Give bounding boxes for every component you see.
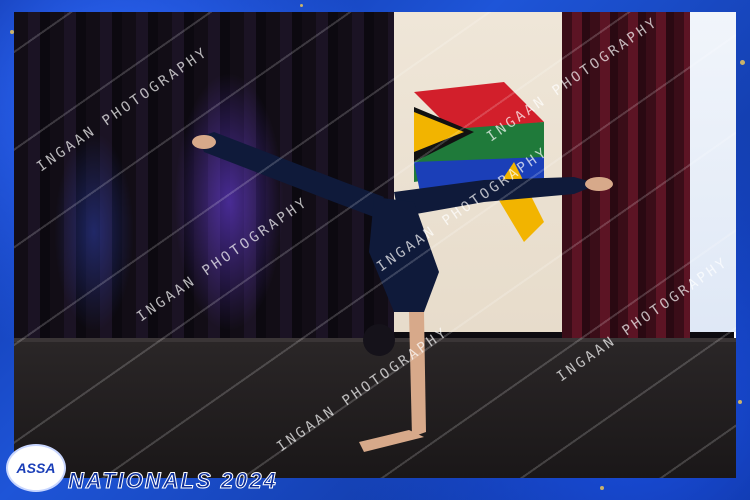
gold-fleck xyxy=(738,400,742,404)
gymnast-figure xyxy=(192,132,613,452)
event-title: NATIONALS 2024 xyxy=(68,468,278,494)
gold-fleck xyxy=(300,4,303,7)
assa-logo: ASSA xyxy=(6,444,66,492)
gold-fleck xyxy=(740,60,745,65)
logo-text: ASSA xyxy=(16,460,56,476)
gold-fleck xyxy=(600,486,604,490)
photo-frame: INGAAN PHOTOGRAPHY INGAAN PHOTOGRAPHY IN… xyxy=(0,0,750,500)
stage-photo: INGAAN PHOTOGRAPHY INGAAN PHOTOGRAPHY IN… xyxy=(14,12,736,478)
